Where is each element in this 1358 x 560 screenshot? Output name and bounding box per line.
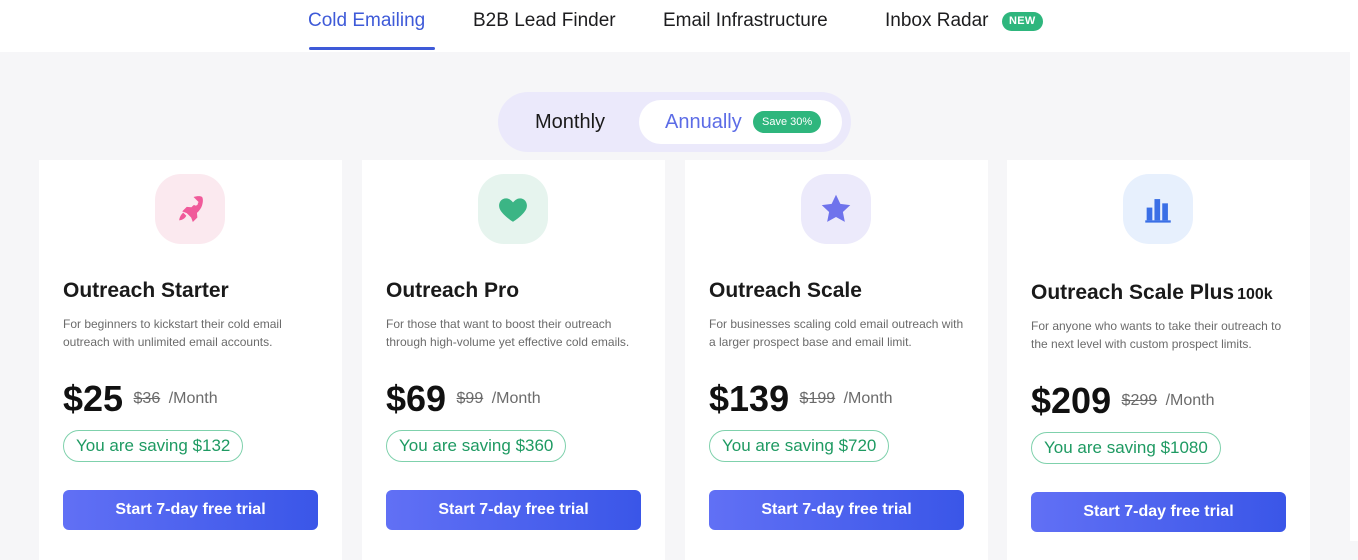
start-trial-button[interactable]: Start 7-day free trial	[63, 490, 318, 530]
plan-card-scale: Outreach Scale For businesses scaling co…	[685, 160, 988, 560]
plan-description: For beginners to kickstart their cold em…	[63, 317, 282, 349]
plan-icon-badge	[1123, 174, 1193, 244]
price-row: $69 $99 /Month	[386, 378, 541, 420]
active-tab-underline	[309, 47, 435, 50]
plan-card-starter: Outreach Starter For beginners to kickst…	[39, 160, 342, 560]
plan-title: Outreach Scale Plus 100k	[1031, 281, 1273, 305]
start-trial-button[interactable]: Start 7-day free trial	[709, 490, 964, 530]
tab-email-infrastructure[interactable]: Email Infrastructure	[663, 10, 828, 32]
plan-price: $209	[1031, 380, 1112, 421]
star-icon	[821, 194, 851, 222]
plan-icon-badge	[478, 174, 548, 244]
start-trial-button[interactable]: Start 7-day free trial	[386, 490, 641, 530]
billing-period-toggle: Monthly Annually Save 30%	[498, 92, 851, 152]
plan-title-text: Outreach Pro	[386, 279, 520, 302]
price-row: $25 $36 /Month	[63, 378, 218, 420]
plan-price: $139	[709, 378, 790, 419]
plan-old-price: $299	[1121, 392, 1158, 409]
plan-card-scale-plus: Outreach Scale Plus 100k For anyone who w…	[1007, 160, 1310, 560]
save-percent-badge: Save 30%	[753, 111, 822, 133]
rocket-icon	[179, 196, 203, 223]
plan-icon-badge	[155, 174, 225, 244]
heart-icon	[499, 198, 527, 222]
price-period: /Month	[168, 390, 218, 407]
plan-old-price: $99	[456, 390, 484, 407]
saving-badge: You are saving $720	[709, 430, 890, 462]
plan-title: Outreach Scale	[709, 279, 865, 303]
saving-badge: You are saving $360	[386, 430, 567, 462]
saving-badge: You are saving $1080	[1031, 432, 1221, 464]
annually-label: Annually	[665, 111, 742, 133]
plan-title-text: Outreach Starter	[63, 279, 229, 302]
plan-icon-badge	[801, 174, 871, 244]
plan-title-text: Outreach Scale Plus	[1031, 281, 1235, 304]
plan-old-price: $36	[133, 390, 161, 407]
plan-title: Outreach Starter	[63, 279, 232, 303]
annually-option[interactable]: Annually Save 30%	[639, 100, 842, 144]
price-period: /Month	[843, 390, 893, 407]
monthly-option[interactable]: Monthly	[535, 111, 605, 134]
plan-old-price: $199	[799, 390, 836, 407]
price-row: $209 $299 /Month	[1031, 380, 1215, 422]
price-row: $139 $199 /Month	[709, 378, 893, 420]
price-period: /Month	[491, 390, 541, 407]
saving-badge: You are saving $132	[63, 430, 244, 462]
plan-description: For those that want to boost their outre…	[386, 317, 630, 349]
scrollbar[interactable]	[1350, 0, 1358, 541]
plan-title: Outreach Pro	[386, 279, 522, 303]
product-tabs: Cold Emailing B2B Lead Finder Email Infr…	[0, 0, 1350, 52]
price-period: /Month	[1165, 392, 1215, 409]
plan-price: $69	[386, 378, 447, 419]
plan-price: $25	[63, 378, 124, 419]
new-badge: NEW	[1002, 12, 1043, 31]
plan-description: For businesses scaling cold email outrea…	[709, 317, 964, 349]
tab-inbox-radar[interactable]: Inbox Radar	[885, 10, 989, 32]
bar-chart-icon	[1145, 199, 1171, 223]
plan-description: For anyone who wants to take their outre…	[1031, 319, 1282, 351]
start-trial-button[interactable]: Start 7-day free trial	[1031, 492, 1286, 532]
plan-title-text: Outreach Scale	[709, 279, 862, 302]
tab-cold-emailing[interactable]: Cold Emailing	[308, 10, 425, 32]
plan-title-suffix: 100k	[1237, 286, 1273, 303]
tab-b2b-lead-finder[interactable]: B2B Lead Finder	[473, 10, 616, 32]
plan-card-pro: Outreach Pro For those that want to boos…	[362, 160, 665, 560]
